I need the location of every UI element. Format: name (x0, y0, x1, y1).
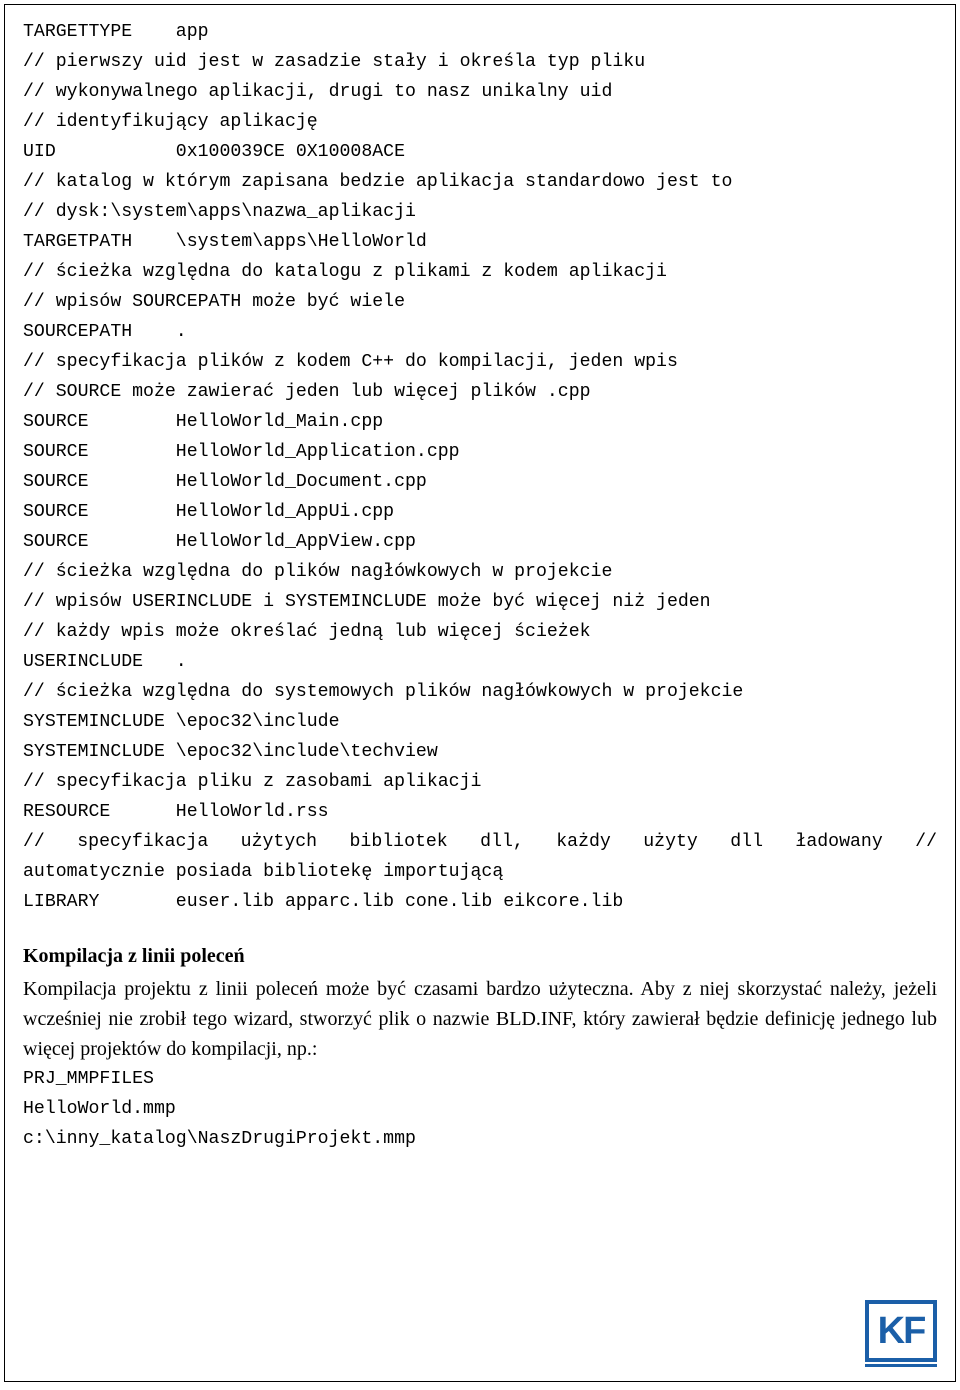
code-line: // specyfikacja użytych bibliotek dll, k… (23, 827, 937, 857)
code-line: USERINCLUDE . (23, 647, 937, 677)
code-line: // SOURCE może zawierać jeden lub więcej… (23, 377, 937, 407)
code-line: c:\inny_katalog\NaszDrugiProjekt.mmp (23, 1124, 937, 1154)
code-line: SYSTEMINCLUDE \epoc32\include (23, 707, 937, 737)
code-line: // ścieżka względna do plików nagłówkowy… (23, 557, 937, 587)
code-line: // katalog w którym zapisana bedzie apli… (23, 167, 937, 197)
code-line: SOURCEPATH . (23, 317, 937, 347)
code-line: TARGETPATH \system\apps\HelloWorld (23, 227, 937, 257)
code-line: HelloWorld.mmp (23, 1094, 937, 1124)
code-line: UID 0x100039CE 0X10008ACE (23, 137, 937, 167)
code-line: // specyfikacja plików z kodem C++ do ko… (23, 347, 937, 377)
code-line: automatycznie posiada bibliotekę importu… (23, 857, 937, 887)
kf-logo-underline (865, 1364, 937, 1367)
section-heading: Kompilacja z linii poleceń (23, 945, 937, 968)
code-line: // wykonywalnego aplikacji, drugi to nas… (23, 77, 937, 107)
code-line: // identyfikujący aplikację (23, 107, 937, 137)
code-line: SOURCE HelloWorld_AppUi.cpp (23, 497, 937, 527)
code-line: // wpisów SOURCEPATH może być wiele (23, 287, 937, 317)
code-line: PRJ_MMPFILES (23, 1064, 937, 1094)
code-line: // specyfikacja pliku z zasobami aplikac… (23, 767, 937, 797)
code-line: SOURCE HelloWorld_Document.cpp (23, 467, 937, 497)
code-line: SOURCE HelloWorld_Main.cpp (23, 407, 937, 437)
code-line: // pierwszy uid jest w zasadzie stały i … (23, 47, 937, 77)
document-page: TARGETTYPE app // pierwszy uid jest w za… (4, 4, 956, 1382)
code-line: // każdy wpis może określać jedną lub wi… (23, 617, 937, 647)
kf-logo: KF (865, 1300, 937, 1367)
code-line: // ścieżka względna do katalogu z plikam… (23, 257, 937, 287)
code-line: // wpisów USERINCLUDE i SYSTEMINCLUDE mo… (23, 587, 937, 617)
section-body: Kompilacja projektu z linii poleceń może… (23, 974, 937, 1064)
code-line: SOURCE HelloWorld_Application.cpp (23, 437, 937, 467)
code-line: // ścieżka względna do systemowych plikó… (23, 677, 937, 707)
code-line: LIBRARY euser.lib apparc.lib cone.lib ei… (23, 887, 937, 917)
kf-logo-box: KF (865, 1300, 937, 1362)
code-line: SOURCE HelloWorld_AppView.cpp (23, 527, 937, 557)
code-line: SYSTEMINCLUDE \epoc32\include\techview (23, 737, 937, 767)
code-line: RESOURCE HelloWorld.rss (23, 797, 937, 827)
code-line: TARGETTYPE app (23, 17, 937, 47)
code-line: // dysk:\system\apps\nazwa_aplikacji (23, 197, 937, 227)
